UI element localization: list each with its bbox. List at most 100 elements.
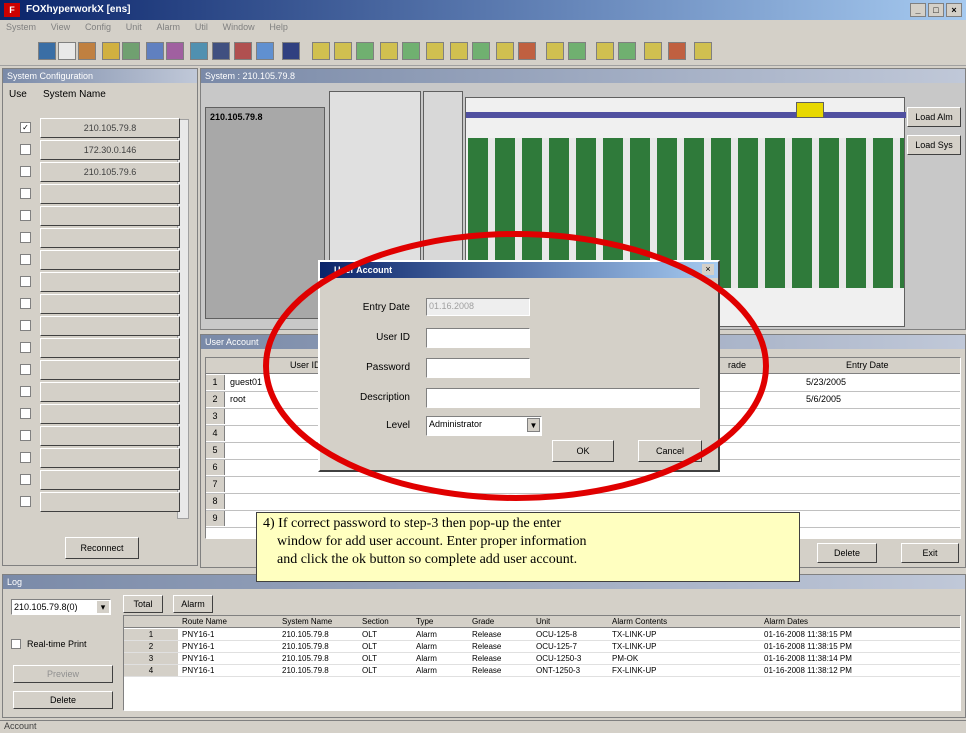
tool-o-icon[interactable] — [644, 42, 662, 60]
tool-g-icon[interactable] — [450, 42, 468, 60]
menu-util[interactable]: Util — [189, 20, 214, 34]
system-name-button[interactable] — [40, 272, 180, 292]
system-list-item[interactable]: ✓ 210.105.79.8 — [18, 117, 180, 138]
monitor-icon[interactable] — [190, 42, 208, 60]
menu-view[interactable]: View — [45, 20, 76, 34]
unit-icon[interactable] — [122, 42, 140, 60]
menu-unit[interactable]: Unit — [120, 20, 148, 34]
log-column-header[interactable]: Alarm Dates — [764, 616, 808, 627]
system-use-checkbox[interactable] — [20, 320, 31, 331]
system-list-item[interactable] — [18, 183, 180, 204]
system-use-checkbox[interactable] — [20, 496, 31, 507]
tool-j-icon[interactable] — [518, 42, 536, 60]
system-list-item[interactable] — [18, 381, 180, 402]
system-name-button[interactable] — [40, 382, 180, 402]
system-list-item[interactable] — [18, 403, 180, 424]
system-use-checkbox[interactable] — [20, 408, 31, 419]
system-name-button[interactable] — [40, 316, 180, 336]
system-name-button[interactable] — [40, 228, 180, 248]
system-list-item[interactable] — [18, 249, 180, 270]
system-list-item[interactable] — [18, 469, 180, 490]
system-use-checkbox[interactable] — [20, 386, 31, 397]
system-use-checkbox[interactable] — [20, 364, 31, 375]
system-name-button[interactable] — [40, 206, 180, 226]
window-icon[interactable] — [282, 42, 300, 60]
tool-h-icon[interactable] — [472, 42, 490, 60]
system-list-item[interactable] — [18, 205, 180, 226]
load-alarm-button[interactable]: Load Alm — [907, 107, 961, 127]
system-name-button[interactable] — [40, 338, 180, 358]
tool-k-icon[interactable] — [546, 42, 564, 60]
system-list-item[interactable] — [18, 227, 180, 248]
log-column-header[interactable]: Type — [416, 616, 433, 627]
log-row[interactable]: 2 PNY16-1 210.105.79.8 OLT Alarm Release OCU-1… — [124, 641, 960, 653]
system-use-checkbox[interactable]: ✓ — [20, 122, 31, 133]
system-list-item[interactable] — [18, 447, 180, 468]
menu-window[interactable]: Window — [217, 20, 261, 34]
menu-alarm[interactable]: Alarm — [151, 20, 187, 34]
print-icon[interactable] — [256, 42, 274, 60]
system-list-item[interactable] — [18, 491, 180, 512]
system-use-checkbox[interactable] — [20, 452, 31, 463]
preview-button[interactable]: Preview — [13, 665, 113, 683]
system-name-button[interactable] — [40, 404, 180, 424]
system-list-item[interactable] — [18, 315, 180, 336]
system-list-item[interactable] — [18, 337, 180, 358]
log-row[interactable]: 4 PNY16-1 210.105.79.8 OLT Alarm Release ONT-1… — [124, 665, 960, 677]
load-system-button[interactable]: Load Sys — [907, 135, 961, 155]
system-list-item[interactable] — [18, 293, 180, 314]
tool-f-icon[interactable] — [426, 42, 444, 60]
system-list-item[interactable]: 172.30.0.146 — [18, 139, 180, 160]
log-column-header[interactable]: System Name — [282, 616, 332, 627]
system-name-button[interactable]: 210.105.79.8 — [40, 118, 180, 138]
system-name-button[interactable] — [40, 250, 180, 270]
system-name-button[interactable] — [40, 470, 180, 490]
system-use-checkbox[interactable] — [20, 474, 31, 485]
log-column-header[interactable]: Unit — [536, 616, 550, 627]
system-use-checkbox[interactable] — [20, 298, 31, 309]
delete-user-button[interactable]: Delete — [817, 543, 877, 563]
system-use-checkbox[interactable] — [20, 254, 31, 265]
system-use-checkbox[interactable] — [20, 144, 31, 155]
log-delete-button[interactable]: Delete — [13, 691, 113, 709]
system-use-checkbox[interactable] — [20, 166, 31, 177]
tool-n-icon[interactable] — [618, 42, 636, 60]
tool-m-icon[interactable] — [596, 42, 614, 60]
tool-p-icon[interactable] — [668, 42, 686, 60]
tab-total[interactable]: Total — [123, 595, 163, 613]
system-use-checkbox[interactable] — [20, 342, 31, 353]
maximize-button[interactable]: □ — [928, 3, 944, 17]
system-name-button[interactable]: 172.30.0.146 — [40, 140, 180, 160]
menu-config[interactable]: Config — [79, 20, 117, 34]
system-use-checkbox[interactable] — [20, 232, 31, 243]
tool-i-icon[interactable] — [496, 42, 514, 60]
system-list-item[interactable] — [18, 425, 180, 446]
system-name-button[interactable] — [40, 492, 180, 512]
tool-q-icon[interactable] — [694, 42, 712, 60]
log-icon[interactable] — [166, 42, 184, 60]
log-column-header[interactable]: Route Name — [182, 616, 227, 627]
tool-a-icon[interactable] — [312, 42, 330, 60]
system-name-button[interactable] — [40, 294, 180, 314]
open-icon[interactable] — [58, 42, 76, 60]
system-list-item[interactable] — [18, 359, 180, 380]
tool-c-icon[interactable] — [356, 42, 374, 60]
system-use-checkbox[interactable] — [20, 276, 31, 287]
reconnect-button[interactable]: Reconnect — [65, 537, 139, 559]
report-icon[interactable] — [234, 42, 252, 60]
system-use-checkbox[interactable] — [20, 430, 31, 441]
system-use-checkbox[interactable] — [20, 210, 31, 221]
system-name-button[interactable] — [40, 184, 180, 204]
system-name-button[interactable] — [40, 426, 180, 446]
menu-help[interactable]: Help — [263, 20, 294, 34]
tab-alarm[interactable]: Alarm — [173, 595, 213, 613]
system-name-button[interactable]: 210.105.79.6 — [40, 162, 180, 182]
tool-l-icon[interactable] — [568, 42, 586, 60]
system-use-checkbox[interactable] — [20, 188, 31, 199]
chevron-down-icon[interactable]: ▾ — [97, 601, 109, 613]
exit-button[interactable]: Exit — [901, 543, 959, 563]
log-column-header[interactable]: Alarm Contents — [612, 616, 667, 627]
minimize-button[interactable]: _ — [910, 3, 926, 17]
log-column-header[interactable]: Section — [362, 616, 389, 627]
log-row[interactable]: 3 PNY16-1 210.105.79.8 OLT Alarm Release OCU-1… — [124, 653, 960, 665]
